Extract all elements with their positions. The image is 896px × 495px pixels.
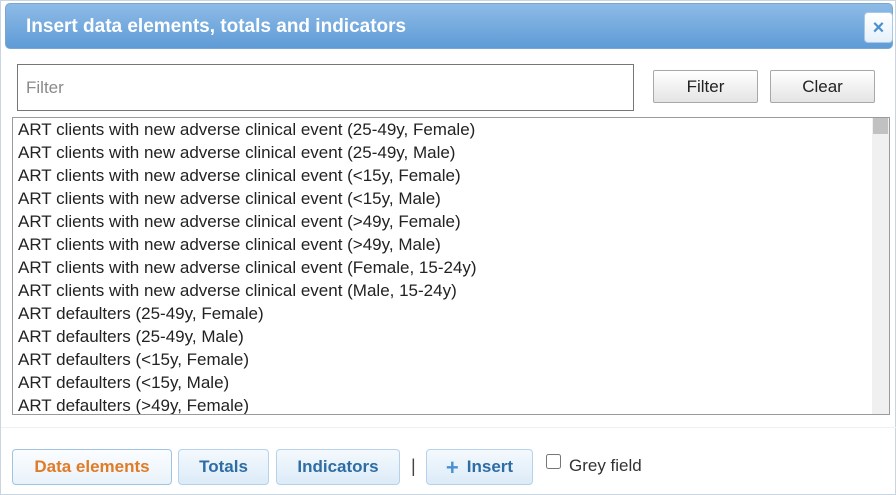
plus-icon: + [445,455,459,480]
filter-button[interactable]: Filter [653,70,758,103]
list-item[interactable]: ART defaulters (>49y, Female) [13,394,889,414]
data-element-list[interactable]: ART clients with new adverse clinical ev… [12,117,890,415]
clear-button[interactable]: Clear [770,70,875,103]
list-items: ART clients with new adverse clinical ev… [13,118,889,414]
grey-field-label: Grey field [569,456,642,475]
list-scrollbar[interactable] [872,118,889,414]
list-item[interactable]: ART clients with new adverse clinical ev… [13,118,889,141]
close-icon: × [872,16,885,39]
close-button[interactable]: × [864,12,893,43]
insert-dialog: Insert data elements, totals and indicat… [0,0,896,495]
list-item[interactable]: ART clients with new adverse clinical ev… [13,233,889,256]
list-item[interactable]: ART clients with new adverse clinical ev… [13,187,889,210]
footer-divider [1,427,896,428]
filter-input[interactable] [17,64,634,111]
list-item[interactable]: ART clients with new adverse clinical ev… [13,279,889,302]
list-item[interactable]: ART defaulters (<15y, Male) [13,371,889,394]
scrollbar-thumb[interactable] [873,118,888,134]
dialog-title: Insert data elements, totals and indicat… [26,16,407,37]
dialog-titlebar[interactable]: Insert data elements, totals and indicat… [5,3,893,49]
tab-indicators[interactable]: Indicators [276,449,400,485]
footer-separator: | [411,456,416,476]
insert-label: Insert [466,457,514,476]
list-item[interactable]: ART clients with new adverse clinical ev… [13,141,889,164]
insert-button[interactable]: + Insert [426,449,533,485]
grey-field-checkbox[interactable] [546,454,561,469]
tab-data-elements[interactable]: Data elements [12,449,172,485]
list-item[interactable]: ART clients with new adverse clinical ev… [13,256,889,279]
list-item[interactable]: ART clients with new adverse clinical ev… [13,210,889,233]
list-item[interactable]: ART defaulters (25-49y, Male) [13,325,889,348]
list-item[interactable]: ART defaulters (25-49y, Female) [13,302,889,325]
list-item[interactable]: ART defaulters (<15y, Female) [13,348,889,371]
list-item[interactable]: ART clients with new adverse clinical ev… [13,164,889,187]
tab-totals[interactable]: Totals [178,449,269,485]
